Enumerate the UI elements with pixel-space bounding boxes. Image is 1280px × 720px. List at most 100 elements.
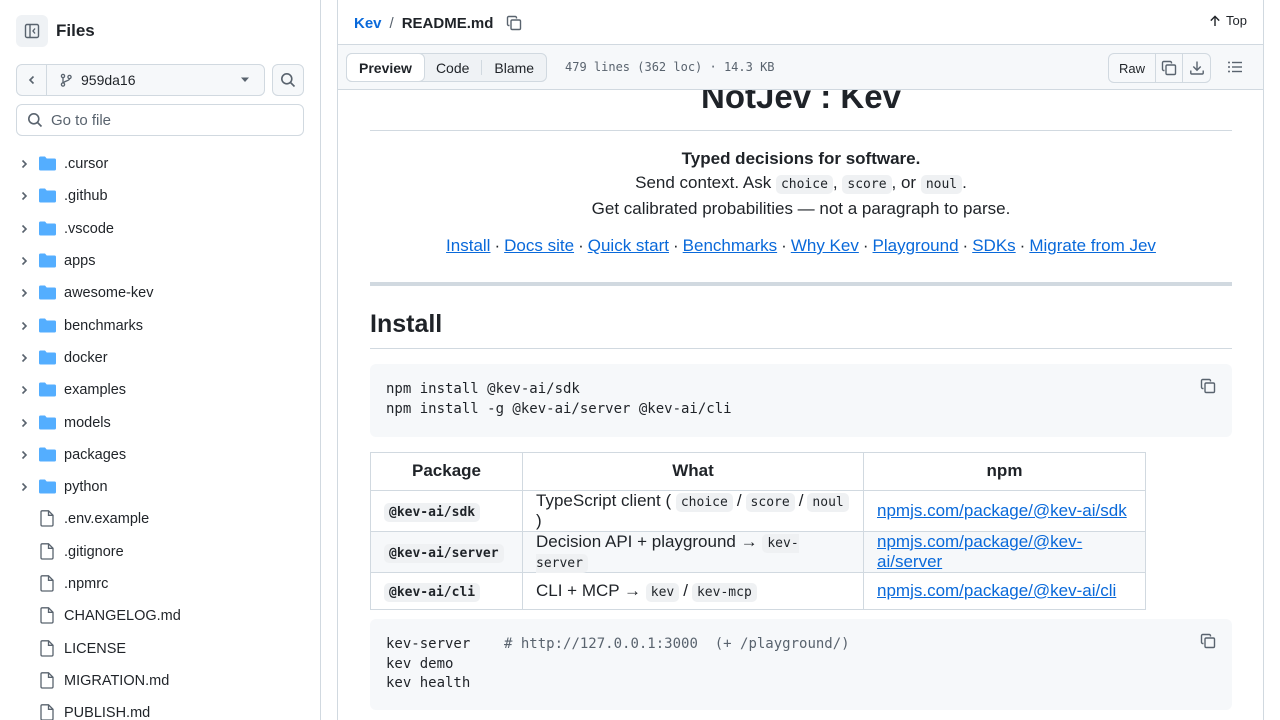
table-header: npm bbox=[863, 452, 1146, 491]
tab-code[interactable]: Code bbox=[424, 54, 481, 81]
tree-file-item[interactable]: MIGRATION.md bbox=[0, 665, 320, 697]
breadcrumb: Kev / README.md bbox=[354, 13, 522, 33]
tree-item-label: benchmarks bbox=[64, 317, 143, 334]
nav-link[interactable]: Install bbox=[446, 236, 490, 255]
run-code-block: kev-server # http://127.0.0.1:3000 (+ /p… bbox=[370, 619, 1232, 710]
table-cell: CLI + MCP → kev / kev-mcp bbox=[522, 571, 864, 610]
tree-folder-item[interactable]: packages bbox=[0, 439, 320, 471]
download-button[interactable] bbox=[1183, 54, 1210, 82]
table-row: @kev-ai/sdk TypeScript client ( choice / s… bbox=[370, 489, 1146, 532]
nav-link[interactable]: Benchmarks bbox=[683, 236, 777, 255]
intro-comma: , bbox=[832, 173, 838, 192]
table-cell: @kev-ai/server bbox=[370, 530, 523, 573]
table-cell: npmjs.com/package/@kev-ai/sdk bbox=[863, 489, 1146, 532]
file-tree: .cursor .github .vscode apps awesome-kev benc… bbox=[0, 148, 320, 720]
chevron-right-icon[interactable] bbox=[18, 223, 30, 235]
back-to-top-button[interactable]: Top bbox=[1209, 13, 1247, 28]
tree-item-label: .npmrc bbox=[64, 576, 109, 592]
readme-nav-links: Install · Docs site · Quick start · Benchmarks… bbox=[370, 236, 1232, 256]
tree-folder-item[interactable]: benchmarks bbox=[0, 309, 320, 341]
copy-raw-button[interactable] bbox=[1156, 54, 1183, 82]
tree-item-label: .cursor bbox=[64, 156, 109, 173]
go-to-file-input[interactable] bbox=[51, 111, 291, 129]
tree-folder-item[interactable]: examples bbox=[0, 374, 320, 406]
close-paren: ) bbox=[536, 510, 542, 530]
nav-separator: · bbox=[494, 236, 501, 255]
npm-link[interactable]: npmjs.com/package/@kev-ai/cli bbox=[877, 581, 1116, 600]
go-to-file-box[interactable] bbox=[16, 104, 304, 136]
tab-preview[interactable]: Preview bbox=[346, 53, 425, 82]
tree-folder-item[interactable]: awesome-kev bbox=[0, 277, 320, 309]
collapse-sidebar-button[interactable] bbox=[16, 15, 48, 47]
tree-folder-item[interactable]: .github bbox=[0, 180, 320, 212]
nav-separator: · bbox=[781, 236, 787, 255]
raw-button[interactable]: Raw bbox=[1109, 54, 1156, 82]
folder-icon bbox=[39, 479, 56, 494]
tree-folder-item[interactable]: .cursor bbox=[0, 148, 320, 180]
nav-link[interactable]: Why Kev bbox=[791, 236, 859, 255]
copy-path-icon[interactable] bbox=[506, 15, 522, 31]
file-info: 479 lines (362 loc) · 14.3 KB bbox=[565, 60, 775, 74]
chevron-right-icon[interactable] bbox=[18, 190, 30, 202]
copy-code-icon[interactable] bbox=[1200, 378, 1216, 394]
tree-file-item[interactable]: CHANGELOG.md bbox=[0, 600, 320, 632]
table-cell: @kev-ai/sdk bbox=[370, 489, 523, 532]
tree-file-item[interactable]: PUBLISH.md bbox=[0, 697, 320, 720]
search-icon bbox=[28, 113, 43, 128]
branch-selector[interactable]: 959da16 bbox=[16, 64, 265, 96]
file-actions-group: Raw bbox=[1107, 53, 1211, 83]
nav-link[interactable]: Migrate from Jev bbox=[1029, 236, 1156, 255]
tab-blame[interactable]: Blame bbox=[482, 54, 546, 81]
tree-item-label: .vscode bbox=[64, 220, 114, 237]
npm-link[interactable]: npmjs.com/package/@kev-ai/server bbox=[877, 532, 1082, 571]
tree-file-item[interactable]: .env.example bbox=[0, 503, 320, 535]
breadcrumb-repo-link[interactable]: Kev bbox=[354, 15, 382, 32]
nav-link[interactable]: Playground bbox=[873, 236, 959, 255]
branch-back-button[interactable] bbox=[17, 65, 47, 95]
tree-folder-item[interactable]: apps bbox=[0, 245, 320, 277]
chevron-right-icon[interactable] bbox=[18, 417, 30, 429]
what-text: CLI + MCP → bbox=[536, 580, 642, 600]
file-icon bbox=[40, 575, 54, 592]
tree-folder-item[interactable]: docker bbox=[0, 342, 320, 374]
copy-code-icon[interactable] bbox=[1200, 633, 1216, 649]
chevron-right-icon[interactable] bbox=[18, 287, 30, 299]
search-button[interactable] bbox=[272, 64, 304, 96]
tree-folder-item[interactable]: python bbox=[0, 471, 320, 503]
chevron-right-icon[interactable] bbox=[18, 320, 30, 332]
nav-separator: · bbox=[862, 236, 869, 255]
outline-list-icon[interactable] bbox=[1227, 59, 1243, 75]
breadcrumb-separator: / bbox=[389, 14, 394, 32]
install-heading: Install bbox=[370, 310, 1232, 349]
tree-item-label: awesome-kev bbox=[64, 285, 154, 302]
npm-link[interactable]: npmjs.com/package/@kev-ai/sdk bbox=[877, 501, 1127, 520]
branch-dropdown[interactable]: 959da16 bbox=[47, 65, 264, 95]
nav-link[interactable]: SDKs bbox=[972, 236, 1015, 255]
chevron-right-icon[interactable] bbox=[18, 449, 30, 461]
nav-separator: · bbox=[1019, 236, 1026, 255]
tree-file-item[interactable]: .gitignore bbox=[0, 536, 320, 568]
nav-separator: · bbox=[962, 236, 969, 255]
folder-icon bbox=[39, 253, 56, 268]
file-icon bbox=[40, 672, 54, 689]
tree-file-item[interactable]: .npmrc bbox=[0, 568, 320, 600]
chevron-right-icon[interactable] bbox=[18, 255, 30, 267]
nav-link[interactable]: Docs site bbox=[504, 236, 574, 255]
readme-tagline: Typed decisions for software. bbox=[681, 149, 921, 168]
tree-file-item[interactable]: LICENSE bbox=[0, 632, 320, 664]
chevron-right-icon[interactable] bbox=[18, 384, 30, 396]
tree-folder-item[interactable]: .vscode bbox=[0, 213, 320, 245]
chevron-right-icon[interactable] bbox=[18, 481, 30, 493]
tree-folder-item[interactable]: models bbox=[0, 406, 320, 438]
tree-item-label: .gitignore bbox=[64, 543, 124, 560]
file-icon bbox=[40, 704, 54, 720]
table-header: Package bbox=[370, 452, 523, 491]
table-row: @kev-ai/cli CLI + MCP → kev / kev-mcp npmj… bbox=[370, 571, 1146, 610]
arrow-up-icon bbox=[1210, 14, 1220, 26]
git-branch-icon bbox=[60, 73, 72, 87]
chevron-right-icon[interactable] bbox=[18, 352, 30, 364]
table-cell: Decision API + playground → kev-server bbox=[522, 530, 864, 573]
intro-or: , or bbox=[891, 173, 917, 192]
chevron-right-icon[interactable] bbox=[18, 158, 30, 170]
nav-link[interactable]: Quick start bbox=[588, 236, 669, 255]
